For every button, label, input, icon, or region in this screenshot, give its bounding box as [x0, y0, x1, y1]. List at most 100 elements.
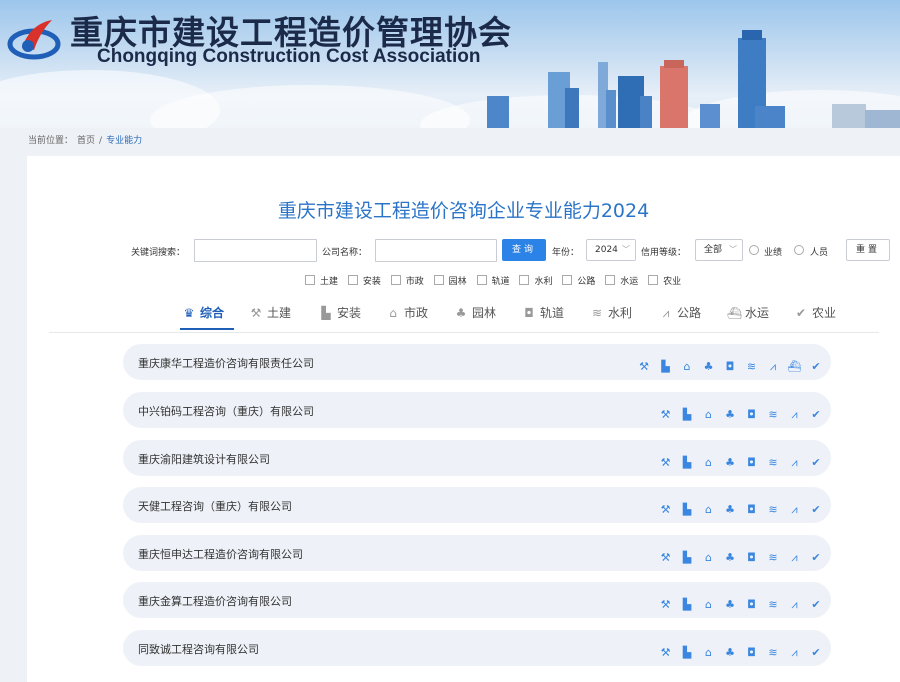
- tab-comprehensive[interactable]: ♛ 综合: [182, 304, 224, 321]
- checkbox-box[interactable]: [519, 275, 530, 285]
- checkbox-item[interactable]: 水利: [519, 274, 552, 287]
- checkbox-box[interactable]: [648, 275, 659, 285]
- tab-civil[interactable]: ⚒ 土建: [249, 304, 291, 321]
- breadcrumb-home[interactable]: 首页: [77, 136, 95, 146]
- breadcrumb-current[interactable]: 专业能力: [106, 136, 142, 146]
- highway-capability-icon: ⩘: [791, 646, 798, 659]
- year-select[interactable]: 2024 ﹀: [586, 239, 636, 261]
- header-banner: 重庆市建设工程造价管理协会 Chongqing Construction Cos…: [0, 0, 900, 128]
- company-row[interactable]: 重庆金算工程造价咨询有限公司 ⚒ ▙ ⌂ ♣ ◘ ≋ ⩘ ✔: [123, 582, 831, 618]
- install-capability-icon: ▙: [682, 646, 692, 659]
- category-checkboxes: 土建 安装 市政 园林 轨道 水利 公路 水运 农业: [305, 274, 688, 287]
- company-row[interactable]: 重庆渝阳建筑设计有限公司 ⚒ ▙ ⌂ ♣ ◘ ≋ ⩘ ✔: [123, 440, 831, 476]
- rail-capability-icon: ◘: [747, 551, 756, 564]
- checkbox-item[interactable]: 农业: [648, 274, 681, 287]
- capability-icons: ⚒ ▙ ⌂ ♣ ◘ ≋ ⩘ ✔: [651, 451, 823, 469]
- credit-label: 信用等级：: [641, 248, 687, 258]
- company-name[interactable]: 重庆恒申达工程造价咨询有限公司: [138, 546, 303, 562]
- company-name[interactable]: 重庆康华工程造价咨询有限责任公司: [138, 355, 314, 371]
- checkbox-box[interactable]: [305, 275, 315, 285]
- chevron-down-icon: ﹀: [622, 245, 630, 254]
- company-name[interactable]: 天健工程咨询（重庆）有限公司: [138, 498, 292, 514]
- tab-label: 农业: [812, 306, 837, 320]
- radio-personnel[interactable]: [794, 245, 804, 255]
- company-name[interactable]: 重庆金算工程造价咨询有限公司: [138, 593, 292, 609]
- install-capability-icon: ▙: [682, 408, 692, 421]
- checkbox-box[interactable]: [605, 275, 616, 285]
- radio-personnel-label: 人员: [810, 248, 829, 258]
- tab-label: 水利: [608, 306, 633, 320]
- company-name[interactable]: 中兴铂码工程咨询（重庆）有限公司: [138, 403, 314, 419]
- checkbox-label: 土建: [320, 277, 339, 287]
- garden-capability-icon: ♣: [725, 456, 735, 469]
- municipal-capability-icon: ⌂: [705, 456, 712, 469]
- keyword-input[interactable]: [194, 239, 317, 262]
- checkbox-item[interactable]: 轨道: [476, 274, 510, 287]
- site-subtitle: Chongqing Construction Cost Association: [97, 46, 481, 67]
- checkbox-box[interactable]: [347, 275, 358, 285]
- agriculture-capability-icon: ✔: [811, 456, 821, 469]
- checkbox-box[interactable]: [562, 275, 573, 285]
- civil-capability-icon: ⚒: [660, 551, 671, 564]
- tabs-divider: [49, 332, 879, 333]
- checkbox-box[interactable]: [433, 275, 444, 285]
- checkbox-item[interactable]: 安装: [347, 274, 381, 287]
- tab-municipal[interactable]: ⌂ 市政: [386, 304, 428, 321]
- checkbox-label: 水运: [620, 277, 639, 287]
- tab-agriculture[interactable]: ✔ 农业: [794, 304, 836, 321]
- municipal-capability-icon: ⌂: [705, 503, 712, 516]
- tab-waterway[interactable]: ⛴ 水运: [727, 304, 769, 321]
- company-row[interactable]: 中兴铂码工程咨询（重庆）有限公司 ⚒ ▙ ⌂ ♣ ◘ ≋ ⩘ ✔: [123, 392, 831, 428]
- install-capability-icon: ▙: [682, 456, 692, 469]
- checkbox-item[interactable]: 市政: [390, 274, 424, 287]
- civil-capability-icon: ⚒: [660, 598, 671, 611]
- garden-capability-icon: ♣: [725, 551, 735, 564]
- garden-capability-icon: ♣: [725, 503, 735, 516]
- tab-highway[interactable]: ⩘ 公路: [659, 304, 701, 321]
- checkbox-label: 市政: [405, 277, 424, 287]
- checkbox-item[interactable]: 公路: [562, 274, 595, 287]
- company-name[interactable]: 重庆渝阳建筑设计有限公司: [138, 451, 270, 467]
- tab-garden[interactable]: ♣ 园林: [454, 304, 496, 321]
- credit-value: 全部: [704, 245, 723, 255]
- company-name[interactable]: 同致诚工程咨询有限公司: [138, 641, 259, 657]
- civil-capability-icon: ⚒: [660, 456, 671, 469]
- company-input[interactable]: [375, 239, 497, 262]
- municipal-icon: ⌂: [389, 306, 397, 320]
- year-label: 年份：: [552, 248, 580, 258]
- credit-select[interactable]: 全部 ﹀: [695, 239, 743, 261]
- water-conservancy-capability-icon: ≋: [746, 360, 757, 373]
- checkbox-item[interactable]: 园林: [433, 274, 467, 287]
- company-row[interactable]: 同致诚工程咨询有限公司 ⚒ ▙ ⌂ ♣ ◘ ≋ ⩘ ✔: [123, 630, 831, 666]
- radio-performance[interactable]: [749, 245, 759, 255]
- garden-capability-icon: ♣: [725, 646, 735, 659]
- tab-rail[interactable]: ◘ 轨道: [522, 304, 564, 321]
- keyword-label: 关键词搜索：: [131, 248, 186, 258]
- highway-capability-icon: ⩘: [791, 598, 798, 611]
- reset-button[interactable]: 重置: [846, 239, 890, 261]
- water-conservancy-capability-icon: ≋: [768, 503, 778, 516]
- company-row[interactable]: 重庆康华工程造价咨询有限责任公司 ⚒ ▙ ⌂ ♣ ◘ ≋ ⩘ ⛴ ✔: [123, 344, 831, 380]
- query-button[interactable]: 查询: [502, 239, 546, 261]
- company-row[interactable]: 天健工程咨询（重庆）有限公司 ⚒ ▙ ⌂ ♣ ◘ ≋ ⩘ ✔: [123, 487, 831, 523]
- checkbox-item[interactable]: 水运: [605, 274, 638, 287]
- water-conservancy-capability-icon: ≋: [768, 598, 778, 611]
- checkbox-item[interactable]: 土建: [305, 274, 338, 287]
- tab-install[interactable]: ▙ 安装: [319, 304, 361, 321]
- water-conservancy-icon: ≋: [591, 306, 603, 320]
- civil-capability-icon: ⚒: [660, 408, 671, 421]
- checkbox-label: 公路: [577, 277, 596, 287]
- checkbox-box[interactable]: [476, 275, 487, 285]
- tab-label: 综合: [200, 306, 225, 320]
- water-conservancy-capability-icon: ≋: [768, 551, 778, 564]
- company-row[interactable]: 重庆恒申达工程造价咨询有限公司 ⚒ ▙ ⌂ ♣ ◘ ≋ ⩘ ✔: [123, 535, 831, 571]
- tab-water-conservancy[interactable]: ≋ 水利: [590, 304, 632, 321]
- checkbox-label: 农业: [663, 277, 682, 287]
- checkbox-box[interactable]: [390, 275, 401, 285]
- water-conservancy-capability-icon: ≋: [768, 408, 778, 421]
- train-icon: ◘: [524, 306, 534, 320]
- highway-capability-icon: ⩘: [791, 408, 798, 421]
- municipal-capability-icon: ⌂: [683, 360, 691, 373]
- garden-icon: ♣: [455, 306, 467, 320]
- highway-capability-icon: ⩘: [791, 456, 798, 469]
